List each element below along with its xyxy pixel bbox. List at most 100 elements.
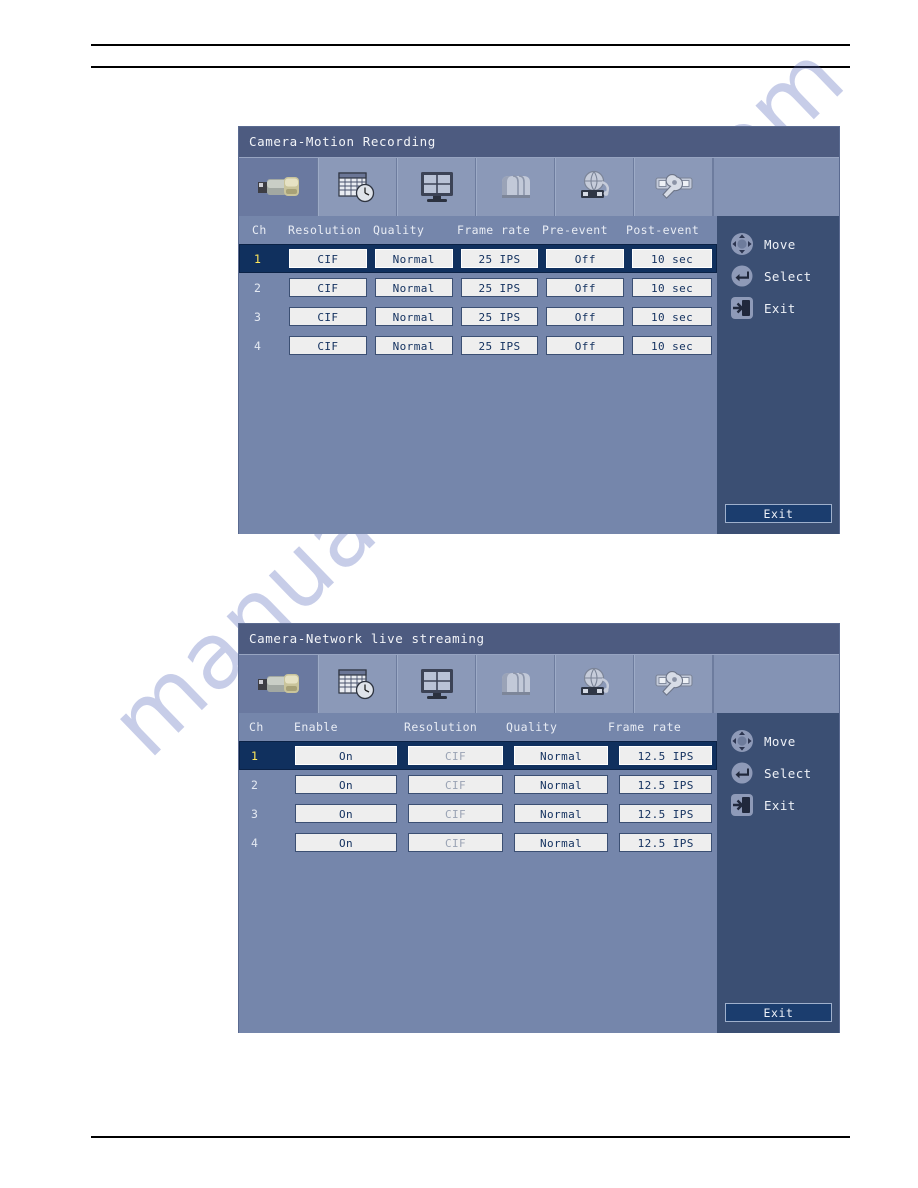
field-frame-rate[interactable]: 25 IPS xyxy=(460,249,539,268)
table-row[interactable]: 4 CIF Normal 25 IPS Off 10 sec xyxy=(239,331,717,360)
field-enable[interactable]: On xyxy=(294,833,398,852)
field-post-event[interactable]: 10 sec xyxy=(632,307,712,326)
tab-network[interactable] xyxy=(555,655,634,713)
row-channel: 2 xyxy=(251,777,258,792)
field-resolution: CIF xyxy=(408,775,503,794)
field-post-event[interactable]: 10 sec xyxy=(632,336,712,355)
field-enable[interactable]: On xyxy=(294,746,398,765)
panel-body: Ch Enable Resolution Quality Frame rate … xyxy=(239,713,839,1033)
settings-table-network: Ch Enable Resolution Quality Frame rate … xyxy=(239,713,717,1033)
enter-icon xyxy=(729,263,755,289)
legend-item-move: Move xyxy=(717,725,839,757)
help-sidebar: Move Select Exit Exit xyxy=(717,216,839,534)
column-header-enable: Enable xyxy=(294,720,338,734)
legend-label: Move xyxy=(764,236,796,252)
tab-camera[interactable] xyxy=(239,158,318,216)
exit-button[interactable]: Exit xyxy=(725,504,832,523)
osd-panel-recording: Camera-Motion Recording Ch Resolution Qu… xyxy=(239,127,839,534)
table-row[interactable]: 3 On CIF Normal 12.5 IPS xyxy=(239,799,717,828)
field-post-event[interactable]: 10 sec xyxy=(632,278,712,297)
row-channel: 1 xyxy=(254,251,261,266)
field-quality[interactable]: Normal xyxy=(513,775,609,794)
field-pre-event[interactable]: Off xyxy=(546,307,625,326)
tab-strip-filler xyxy=(713,655,839,713)
table-row[interactable]: 3 CIF Normal 25 IPS Off 10 sec xyxy=(239,302,717,331)
field-quality[interactable]: Normal xyxy=(374,307,453,326)
field-resolution: CIF xyxy=(408,746,503,765)
column-header-quality: Quality xyxy=(506,720,558,734)
field-frame-rate[interactable]: 25 IPS xyxy=(460,307,539,326)
row-channel: 2 xyxy=(254,280,261,295)
table-rows: 1 On CIF Normal 12.5 IPS 2 On CIF Normal… xyxy=(239,741,717,857)
tab-display[interactable] xyxy=(397,158,476,216)
field-frame-rate[interactable]: 25 IPS xyxy=(460,278,539,297)
tab-network[interactable] xyxy=(555,158,634,216)
tab-storage[interactable] xyxy=(476,158,555,216)
dpad-icon xyxy=(729,728,755,754)
field-pre-event[interactable]: Off xyxy=(546,278,625,297)
field-frame-rate[interactable]: 12.5 IPS xyxy=(619,804,712,823)
storage-stack-icon xyxy=(496,171,536,203)
calendar-clock-icon xyxy=(337,667,378,701)
field-resolution[interactable]: CIF xyxy=(288,249,367,268)
field-frame-rate[interactable]: 12.5 IPS xyxy=(619,746,712,765)
field-post-event[interactable]: 10 sec xyxy=(632,249,712,268)
table-row[interactable]: 2 On CIF Normal 12.5 IPS xyxy=(239,770,717,799)
panel-title: Camera-Network live streaming xyxy=(239,624,839,654)
table-row[interactable]: 4 On CIF Normal 12.5 IPS xyxy=(239,828,717,857)
field-quality[interactable]: Normal xyxy=(374,278,453,297)
field-quality[interactable]: Normal xyxy=(374,249,453,268)
network-globe-icon xyxy=(574,667,616,701)
column-header-resolution: Resolution xyxy=(288,223,362,237)
column-header-pre-event: Pre-event xyxy=(542,223,608,237)
header-rule-top xyxy=(91,44,850,46)
table-header-row: Ch Enable Resolution Quality Frame rate xyxy=(239,713,717,741)
enter-icon xyxy=(729,760,755,786)
table-row[interactable]: 1 On CIF Normal 12.5 IPS xyxy=(239,741,717,770)
legend-list: Move Select Exit xyxy=(717,713,839,821)
network-globe-icon xyxy=(574,170,616,204)
column-header-frame-rate: Frame rate xyxy=(608,720,682,734)
tab-strip xyxy=(239,157,839,216)
field-resolution[interactable]: CIF xyxy=(288,307,367,326)
exit-button[interactable]: Exit xyxy=(725,1003,832,1022)
header-rule-bottom xyxy=(91,66,850,68)
tab-system[interactable] xyxy=(634,655,713,713)
field-quality[interactable]: Normal xyxy=(513,804,609,823)
table-rows: 1 CIF Normal 25 IPS Off 10 sec 2 CIF Nor… xyxy=(239,244,717,360)
monitor-icon xyxy=(418,667,456,701)
panel-body: Ch Resolution Quality Frame rate Pre-eve… xyxy=(239,216,839,534)
field-enable[interactable]: On xyxy=(294,775,398,794)
exit-icon xyxy=(729,295,755,321)
field-resolution[interactable]: CIF xyxy=(288,278,367,297)
field-pre-event[interactable]: Off xyxy=(546,336,625,355)
field-frame-rate[interactable]: 12.5 IPS xyxy=(619,833,712,852)
row-channel: 4 xyxy=(251,835,258,850)
tab-display[interactable] xyxy=(397,655,476,713)
table-row[interactable]: 2 CIF Normal 25 IPS Off 10 sec xyxy=(239,273,717,302)
table-row[interactable]: 1 CIF Normal 25 IPS Off 10 sec xyxy=(239,244,717,273)
tab-system[interactable] xyxy=(634,158,713,216)
tab-schedule[interactable] xyxy=(318,158,397,216)
field-quality[interactable]: Normal xyxy=(513,746,609,765)
dpad-icon xyxy=(729,231,755,257)
system-wrench-icon xyxy=(652,669,696,699)
field-pre-event[interactable]: Off xyxy=(546,249,625,268)
field-resolution[interactable]: CIF xyxy=(288,336,367,355)
column-header-ch: Ch xyxy=(249,720,264,734)
tab-strip-filler xyxy=(713,158,839,216)
field-frame-rate[interactable]: 25 IPS xyxy=(460,336,539,355)
legend-item-move: Move xyxy=(717,228,839,260)
tab-storage[interactable] xyxy=(476,655,555,713)
field-frame-rate[interactable]: 12.5 IPS xyxy=(619,775,712,794)
osd-panel-network-live-streaming: Camera-Network live streaming Ch Enable … xyxy=(239,624,839,1033)
footer-rule xyxy=(91,1136,850,1138)
field-quality[interactable]: Normal xyxy=(513,833,609,852)
tab-strip xyxy=(239,654,839,713)
tab-camera[interactable] xyxy=(239,655,318,713)
exit-icon xyxy=(729,792,755,818)
field-enable[interactable]: On xyxy=(294,804,398,823)
tab-schedule[interactable] xyxy=(318,655,397,713)
column-header-resolution: Resolution xyxy=(404,720,478,734)
field-quality[interactable]: Normal xyxy=(374,336,453,355)
